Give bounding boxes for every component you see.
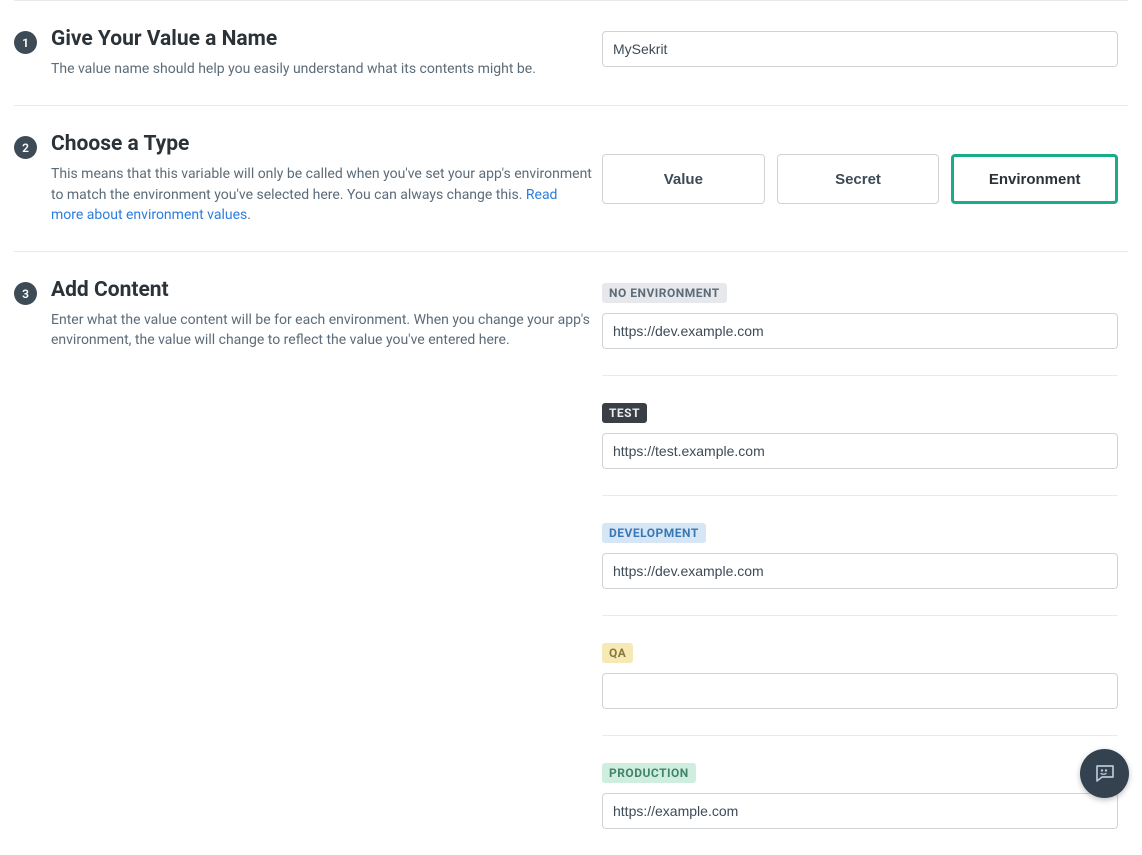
env-value-input[interactable] [602,553,1118,589]
env-label: PRODUCTION [602,763,696,783]
step-number-3: 3 [14,282,37,305]
chat-button[interactable] [1080,749,1129,798]
step-1-desc: The value name should help you easily un… [51,59,536,79]
env-value-input[interactable] [602,793,1118,829]
step-type: 2 Choose a Type This means that this var… [14,106,1128,252]
env-label: QA [602,643,633,663]
step-3-title: Add Content [51,278,592,302]
env-group: TEST [602,402,1118,496]
env-group: PRODUCTION [602,762,1118,829]
type-value-button[interactable]: Value [602,154,765,204]
env-value-input[interactable] [602,433,1118,469]
type-secret-button[interactable]: Secret [777,154,940,204]
env-group: DEVELOPMENT [602,522,1118,616]
env-label: DEVELOPMENT [602,523,706,543]
step-1-title: Give Your Value a Name [51,27,536,51]
env-value-input[interactable] [602,313,1118,349]
env-value-input[interactable] [602,673,1118,709]
env-label: NO ENVIRONMENT [602,283,727,303]
chat-icon [1093,762,1117,786]
env-group: QA [602,642,1118,736]
step-2-desc: This means that this variable will only … [51,164,592,225]
value-name-input[interactable] [602,31,1118,67]
step-name: 1 Give Your Value a Name The value name … [14,0,1128,106]
env-group: NO ENVIRONMENT [602,282,1118,376]
step-3-desc: Enter what the value content will be for… [51,310,592,351]
type-environment-button[interactable]: Environment [951,154,1118,204]
step-2-title: Choose a Type [51,132,592,156]
step-number-1: 1 [14,31,37,54]
env-label: TEST [602,403,647,423]
step-number-2: 2 [14,136,37,159]
step-content: 3 Add Content Enter what the value conte… [14,252,1128,855]
